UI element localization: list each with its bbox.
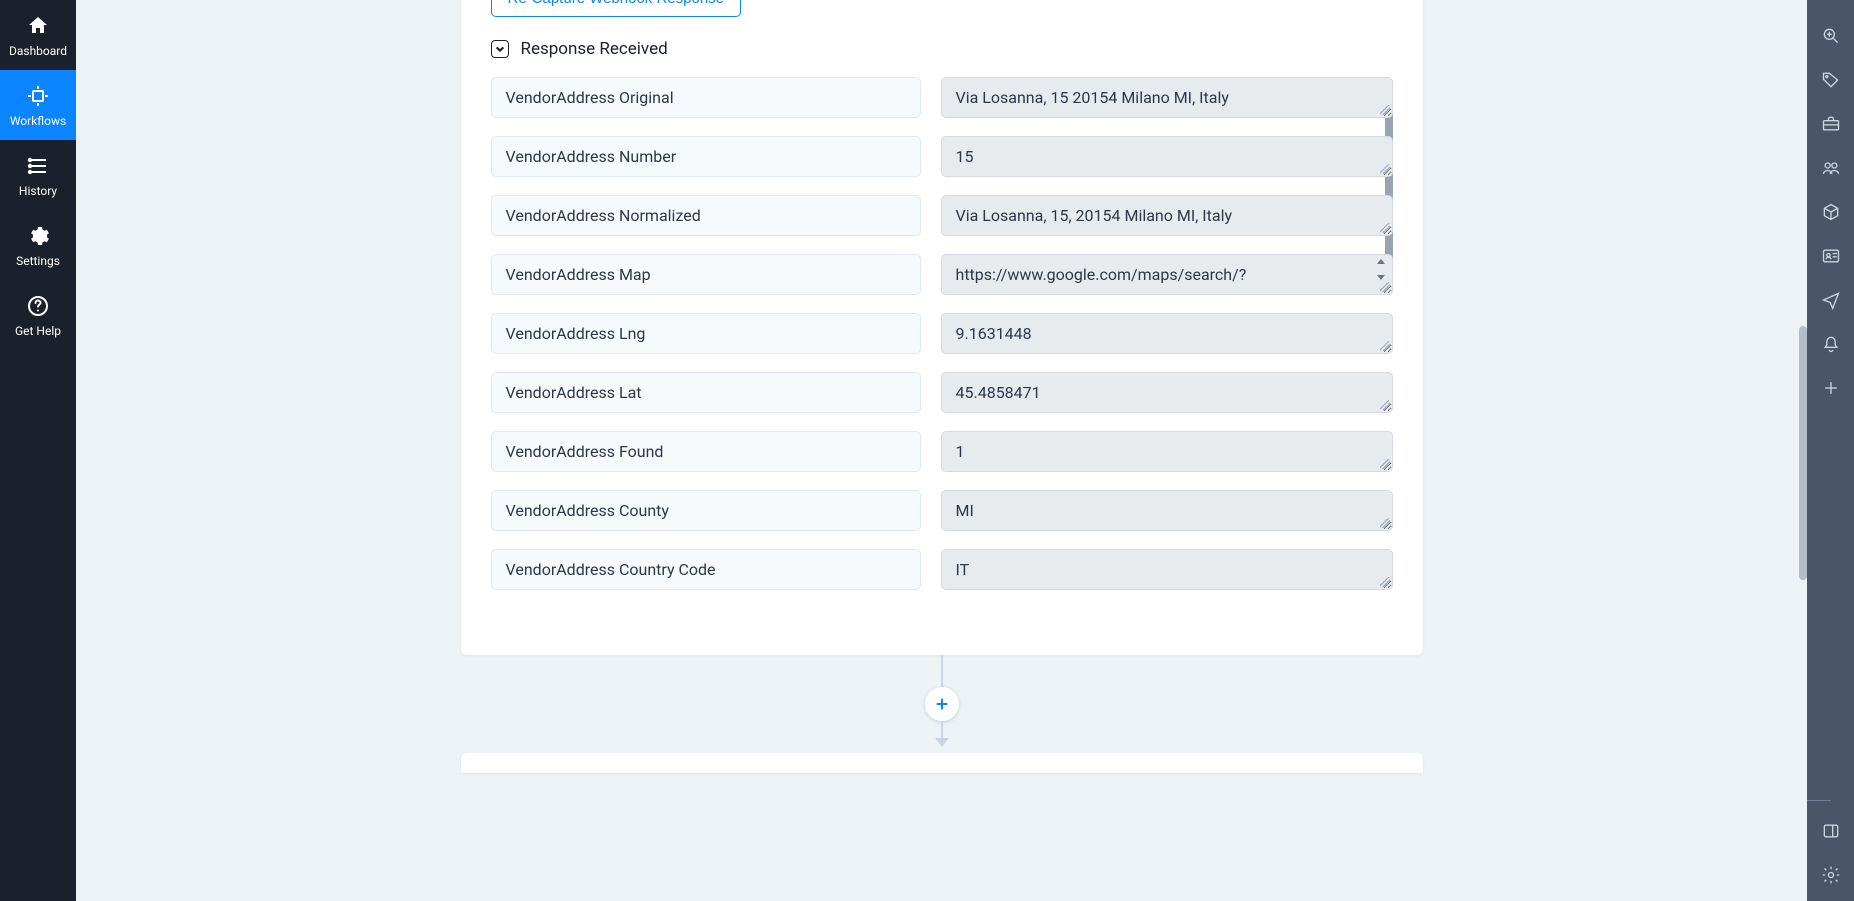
response-value[interactable]: 45.4858471 bbox=[941, 372, 1393, 413]
gear-icon bbox=[26, 224, 50, 248]
response-row: VendorAddress Map https://www.google.com… bbox=[491, 254, 1393, 295]
response-value[interactable]: 15 bbox=[941, 136, 1393, 177]
main-scrollbar[interactable] bbox=[1799, 326, 1807, 580]
tool-group[interactable] bbox=[1807, 146, 1854, 190]
recapture-webhook-button[interactable]: Re-Capture Webhook Response bbox=[491, 0, 742, 17]
tool-settings[interactable] bbox=[1807, 853, 1854, 897]
response-value[interactable]: 1 bbox=[941, 431, 1393, 472]
value-scroll[interactable] bbox=[1374, 259, 1388, 280]
tag-icon bbox=[1821, 70, 1841, 90]
response-key[interactable]: VendorAddress Map bbox=[491, 254, 921, 295]
tool-idcard[interactable] bbox=[1807, 234, 1854, 278]
response-row: VendorAddress Country Code IT bbox=[491, 549, 1393, 590]
home-icon bbox=[26, 14, 50, 38]
response-key[interactable]: VendorAddress Original bbox=[491, 77, 921, 118]
response-value[interactable]: IT bbox=[941, 549, 1393, 590]
tool-panel[interactable] bbox=[1807, 809, 1854, 853]
response-key[interactable]: VendorAddress Lng bbox=[491, 313, 921, 354]
response-value-text: https://www.google.com/maps/search/? bbox=[956, 265, 1247, 284]
tool-send[interactable] bbox=[1807, 278, 1854, 322]
response-value[interactable]: https://www.google.com/maps/search/? bbox=[941, 254, 1393, 295]
response-key[interactable]: VendorAddress Found bbox=[491, 431, 921, 472]
section-title: Response Received bbox=[521, 39, 668, 59]
id-card-icon bbox=[1821, 246, 1841, 266]
tool-cube[interactable] bbox=[1807, 190, 1854, 234]
connector-line bbox=[941, 721, 943, 739]
connector-line bbox=[941, 655, 943, 687]
response-row: VendorAddress Original Via Losanna, 15 2… bbox=[491, 77, 1393, 118]
group-icon bbox=[1821, 158, 1841, 178]
response-row: VendorAddress Lat 45.4858471 bbox=[491, 372, 1393, 413]
nav-gethelp[interactable]: Get Help bbox=[0, 280, 76, 350]
tool-zoom[interactable] bbox=[1807, 14, 1854, 58]
response-row: VendorAddress Normalized Via Losanna, 15… bbox=[491, 195, 1393, 236]
response-list: VendorAddress Original Via Losanna, 15 2… bbox=[491, 77, 1393, 605]
response-value[interactable]: Via Losanna, 15 20154 Milano MI, Italy bbox=[941, 77, 1393, 118]
gear-icon bbox=[1821, 865, 1841, 885]
response-value[interactable]: Via Losanna, 15, 20154 Milano MI, Italy bbox=[941, 195, 1393, 236]
nav-settings[interactable]: Settings bbox=[0, 210, 76, 280]
response-key[interactable]: VendorAddress Normalized bbox=[491, 195, 921, 236]
response-value[interactable]: 9.1631448 bbox=[941, 313, 1393, 354]
response-key[interactable]: VendorAddress Number bbox=[491, 136, 921, 177]
toolbar-right bbox=[1807, 0, 1854, 901]
notification-icon bbox=[1821, 334, 1841, 354]
response-key[interactable]: VendorAddress Country Code bbox=[491, 549, 921, 590]
collapse-toggle[interactable] bbox=[491, 40, 509, 58]
history-icon bbox=[26, 154, 50, 178]
nav-workflows[interactable]: Workflows bbox=[0, 70, 76, 140]
tool-add[interactable] bbox=[1807, 366, 1854, 410]
response-row: VendorAddress Found 1 bbox=[491, 431, 1393, 472]
nav-label: Dashboard bbox=[9, 44, 67, 58]
connector-arrow-icon bbox=[935, 738, 949, 747]
help-icon bbox=[26, 294, 50, 318]
response-value[interactable]: MI bbox=[941, 490, 1393, 531]
cube-icon bbox=[1821, 202, 1841, 222]
response-row: VendorAddress County MI bbox=[491, 490, 1393, 531]
main-canvas: Re-Capture Webhook Response Response Rec… bbox=[76, 0, 1807, 901]
tool-briefcase[interactable] bbox=[1807, 102, 1854, 146]
response-row: VendorAddress Number 15 bbox=[491, 136, 1393, 177]
tool-tag[interactable] bbox=[1807, 58, 1854, 102]
plus-icon bbox=[1821, 378, 1841, 398]
sidebar-left: Dashboard Workflows History Settings Get… bbox=[0, 0, 76, 901]
add-step-button[interactable] bbox=[925, 687, 959, 721]
panel-icon bbox=[1821, 821, 1841, 841]
workflow-icon bbox=[26, 84, 50, 108]
tool-notification[interactable] bbox=[1807, 322, 1854, 366]
nav-dashboard[interactable]: Dashboard bbox=[0, 0, 76, 70]
nav-label: Workflows bbox=[10, 114, 66, 128]
briefcase-icon bbox=[1821, 114, 1841, 134]
nav-label: Get Help bbox=[15, 324, 61, 338]
workflow-step-card: Re-Capture Webhook Response Response Rec… bbox=[461, 0, 1423, 655]
response-key[interactable]: VendorAddress Lat bbox=[491, 372, 921, 413]
workflow-step-card-next bbox=[461, 753, 1423, 773]
nav-label: Settings bbox=[16, 254, 60, 268]
zoom-icon bbox=[1821, 26, 1841, 46]
nav-label: History bbox=[19, 184, 57, 198]
response-key[interactable]: VendorAddress County bbox=[491, 490, 921, 531]
send-icon bbox=[1821, 290, 1841, 310]
nav-history[interactable]: History bbox=[0, 140, 76, 210]
response-row: VendorAddress Lng 9.1631448 bbox=[491, 313, 1393, 354]
